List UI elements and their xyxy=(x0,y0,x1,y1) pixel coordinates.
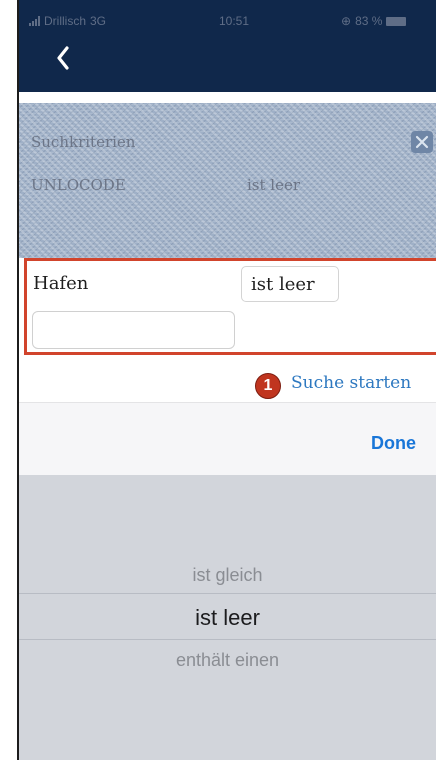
network-type: 3G xyxy=(90,14,107,28)
picker-option[interactable]: enthält einen xyxy=(19,650,436,671)
app-screen: Drillisch 3G 10:51 ⊕ 83 % Suchkriterien … xyxy=(19,0,436,760)
status-bar: Drillisch 3G 10:51 ⊕ 83 % xyxy=(19,0,436,40)
start-search-link[interactable]: Suche starten xyxy=(291,373,411,393)
search-criteria-panel: Suchkriterien UNLOCODE ist leer xyxy=(19,103,436,258)
operator-picker-wheel[interactable]: ist gleich ist leer enthält einen xyxy=(19,475,436,760)
navigation-bar: Drillisch 3G 10:51 ⊕ 83 % xyxy=(19,0,436,92)
status-time: 10:51 xyxy=(219,14,250,28)
clear-filter-icon xyxy=(415,135,429,149)
picker-option-selected[interactable]: ist leer xyxy=(19,605,436,631)
signal-icon xyxy=(29,16,40,26)
picker-selection-line-bottom xyxy=(19,639,436,640)
criteria-operator: ist leer xyxy=(247,176,301,194)
status-right: ⊕ 83 % xyxy=(341,14,407,28)
filter-row-highlight: Hafen ist leer xyxy=(24,258,436,355)
carrier-name: Drillisch xyxy=(44,14,86,28)
clear-criteria-button[interactable] xyxy=(411,131,433,153)
picker-selection-line-top xyxy=(19,593,436,594)
criteria-field-name: UNLOCODE xyxy=(31,176,126,194)
criteria-title: Suchkriterien xyxy=(31,133,136,151)
step-callout-badge: 1 xyxy=(255,373,281,399)
back-button[interactable] xyxy=(43,40,83,76)
left-margin xyxy=(0,0,18,760)
chevron-left-icon xyxy=(57,46,69,70)
location-icon: ⊕ xyxy=(341,14,352,28)
carrier-info: Drillisch 3G xyxy=(29,14,106,28)
value-input[interactable] xyxy=(32,311,235,349)
battery-percent: 83 % xyxy=(355,14,383,28)
picker-option[interactable]: ist gleich xyxy=(19,565,436,586)
field-label: Hafen xyxy=(33,273,89,294)
done-button[interactable]: Done xyxy=(371,433,416,454)
picker-toolbar: Done xyxy=(19,402,436,475)
battery-icon xyxy=(386,16,407,26)
operator-selector[interactable]: ist leer xyxy=(241,266,339,302)
